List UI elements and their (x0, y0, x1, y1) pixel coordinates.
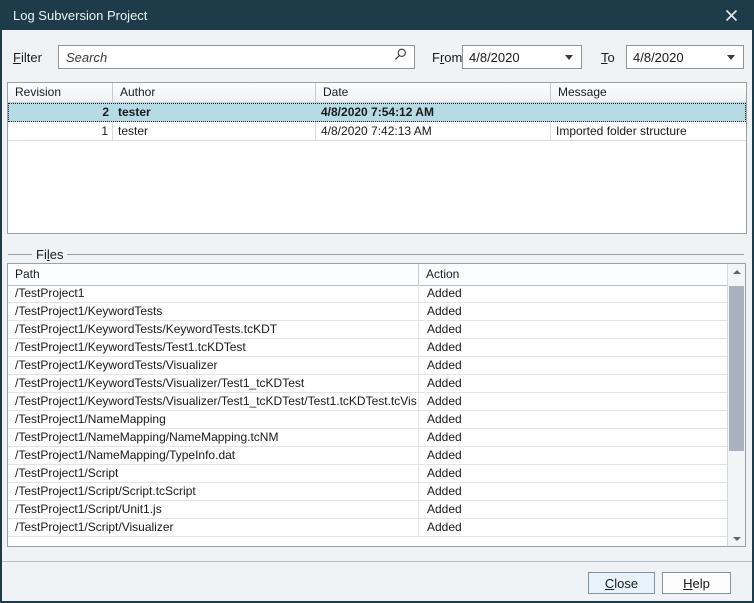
revision-table: Revision Author Date Message 2 tester 4/… (7, 82, 747, 234)
divider (8, 254, 32, 255)
scroll-up-icon[interactable] (728, 264, 745, 279)
file-row[interactable]: /TestProject1/KeywordTests/KeywordTests.… (8, 321, 728, 339)
file-row[interactable]: /TestProject1/NameMappingAdded (8, 411, 728, 429)
help-button[interactable]: Help (662, 572, 731, 594)
column-header-path[interactable]: Path (8, 264, 419, 285)
message-cell: Imported folder structure (551, 122, 746, 140)
path-cell: /TestProject1/NameMapping/NameMapping.tc… (8, 429, 419, 446)
file-row[interactable]: /TestProject1/Script/Script.tcScriptAdde… (8, 483, 728, 501)
path-cell: /TestProject1/KeywordTests/Visualizer/Te… (8, 375, 419, 392)
action-cell: Added (419, 483, 728, 500)
path-cell: /TestProject1 (8, 285, 419, 302)
to-date-value: 4/8/2020 (627, 50, 727, 65)
scroll-down-icon[interactable] (728, 531, 745, 546)
file-row[interactable]: /TestProject1/ScriptAdded (8, 465, 728, 483)
revision-row-selected[interactable]: 2 tester 4/8/2020 7:54:12 AM (8, 103, 746, 122)
column-header-author[interactable]: Author (113, 83, 316, 102)
chevron-down-icon (727, 55, 735, 60)
search-placeholder: Search (59, 50, 394, 65)
footer-divider (2, 561, 752, 562)
action-cell: Added (419, 339, 728, 356)
to-label: To (601, 50, 615, 65)
from-label: From (432, 50, 462, 65)
close-button[interactable]: Close (588, 572, 655, 594)
author-cell: tester (113, 103, 316, 122)
path-cell: /TestProject1/NameMapping (8, 411, 419, 428)
file-row[interactable]: /TestProject1/KeywordTests/Visualizer/Te… (8, 375, 728, 393)
column-header-date[interactable]: Date (316, 83, 551, 102)
date-cell: 4/8/2020 7:42:13 AM (316, 122, 551, 140)
log-subversion-dialog: Log Subversion Project Filter Search Fro… (0, 0, 754, 603)
action-cell: Added (419, 519, 728, 536)
file-row[interactable]: /TestProject1/NameMapping/TypeInfo.datAd… (8, 447, 728, 465)
revision-cell: 2 (8, 103, 113, 122)
files-rows: /TestProject1Added /TestProject1/Keyword… (8, 285, 728, 546)
revision-cell: 1 (8, 122, 113, 140)
file-row[interactable]: /TestProject1/Script/Unit1.jsAdded (8, 501, 728, 519)
action-cell: Added (419, 429, 728, 446)
files-vertical-scrollbar[interactable] (727, 264, 745, 546)
action-cell: Added (419, 411, 728, 428)
action-cell: Added (419, 447, 728, 464)
scrollbar-thumb[interactable] (729, 286, 744, 451)
action-cell: Added (419, 285, 728, 302)
column-header-action[interactable]: Action (419, 264, 728, 285)
file-row[interactable]: /TestProject1/KeywordTests/Test1.tcKDTes… (8, 339, 728, 357)
dialog-title: Log Subversion Project (0, 8, 714, 23)
to-date-picker[interactable]: 4/8/2020 (626, 45, 744, 69)
message-cell (551, 103, 746, 122)
path-cell: /TestProject1/Script (8, 465, 419, 482)
search-icon (394, 48, 407, 66)
from-date-value: 4/8/2020 (463, 50, 565, 65)
file-row[interactable]: /TestProject1/KeywordTestsAdded (8, 303, 728, 321)
revision-row[interactable]: 1 tester 4/8/2020 7:42:13 AM Imported fo… (8, 122, 746, 141)
file-row[interactable]: /TestProject1/Script/VisualizerAdded (8, 519, 728, 537)
divider (67, 254, 744, 255)
search-input[interactable]: Search (58, 45, 415, 69)
file-row[interactable]: /TestProject1/KeywordTests/VisualizerAdd… (8, 357, 728, 375)
revision-table-header: Revision Author Date Message (8, 83, 746, 103)
path-cell: /TestProject1/KeywordTests/Visualizer/Te… (8, 393, 419, 410)
path-cell: /TestProject1/Script/Unit1.js (8, 501, 419, 518)
action-cell: Added (419, 501, 728, 518)
path-cell: /TestProject1/KeywordTests (8, 303, 419, 320)
action-cell: Added (419, 357, 728, 374)
date-cell: 4/8/2020 7:54:12 AM (316, 103, 551, 122)
action-cell: Added (419, 393, 728, 410)
path-cell: /TestProject1/KeywordTests/Test1.tcKDTes… (8, 339, 419, 356)
action-cell: Added (419, 375, 728, 392)
action-cell: Added (419, 303, 728, 320)
action-cell: Added (419, 321, 728, 338)
files-label: Files (32, 247, 67, 262)
path-cell: /TestProject1/KeywordTests/Visualizer (8, 357, 419, 374)
path-cell: /TestProject1/NameMapping/TypeInfo.dat (8, 447, 419, 464)
path-cell: /TestProject1/KeywordTests/KeywordTests.… (8, 321, 419, 338)
filter-label: Filter (13, 50, 42, 65)
path-cell: /TestProject1/Script/Script.tcScript (8, 483, 419, 500)
file-row[interactable]: /TestProject1Added (8, 285, 728, 303)
file-row[interactable]: /TestProject1/NameMapping/NameMapping.tc… (8, 429, 728, 447)
chevron-down-icon (565, 55, 573, 60)
files-table-header: Path Action (8, 264, 728, 286)
path-cell: /TestProject1/Script/Visualizer (8, 519, 419, 536)
column-header-message[interactable]: Message (551, 83, 746, 102)
files-table: Path Action /TestProject1Added /TestProj… (7, 263, 746, 547)
files-group-caption: Files (8, 247, 744, 261)
file-row[interactable]: /TestProject1/KeywordTests/Visualizer/Te… (8, 393, 728, 411)
from-date-picker[interactable]: 4/8/2020 (462, 45, 582, 69)
title-bar: Log Subversion Project (0, 0, 754, 30)
action-cell: Added (419, 465, 728, 482)
close-icon[interactable] (714, 0, 748, 30)
author-cell: tester (113, 122, 316, 140)
column-header-revision[interactable]: Revision (8, 83, 113, 102)
